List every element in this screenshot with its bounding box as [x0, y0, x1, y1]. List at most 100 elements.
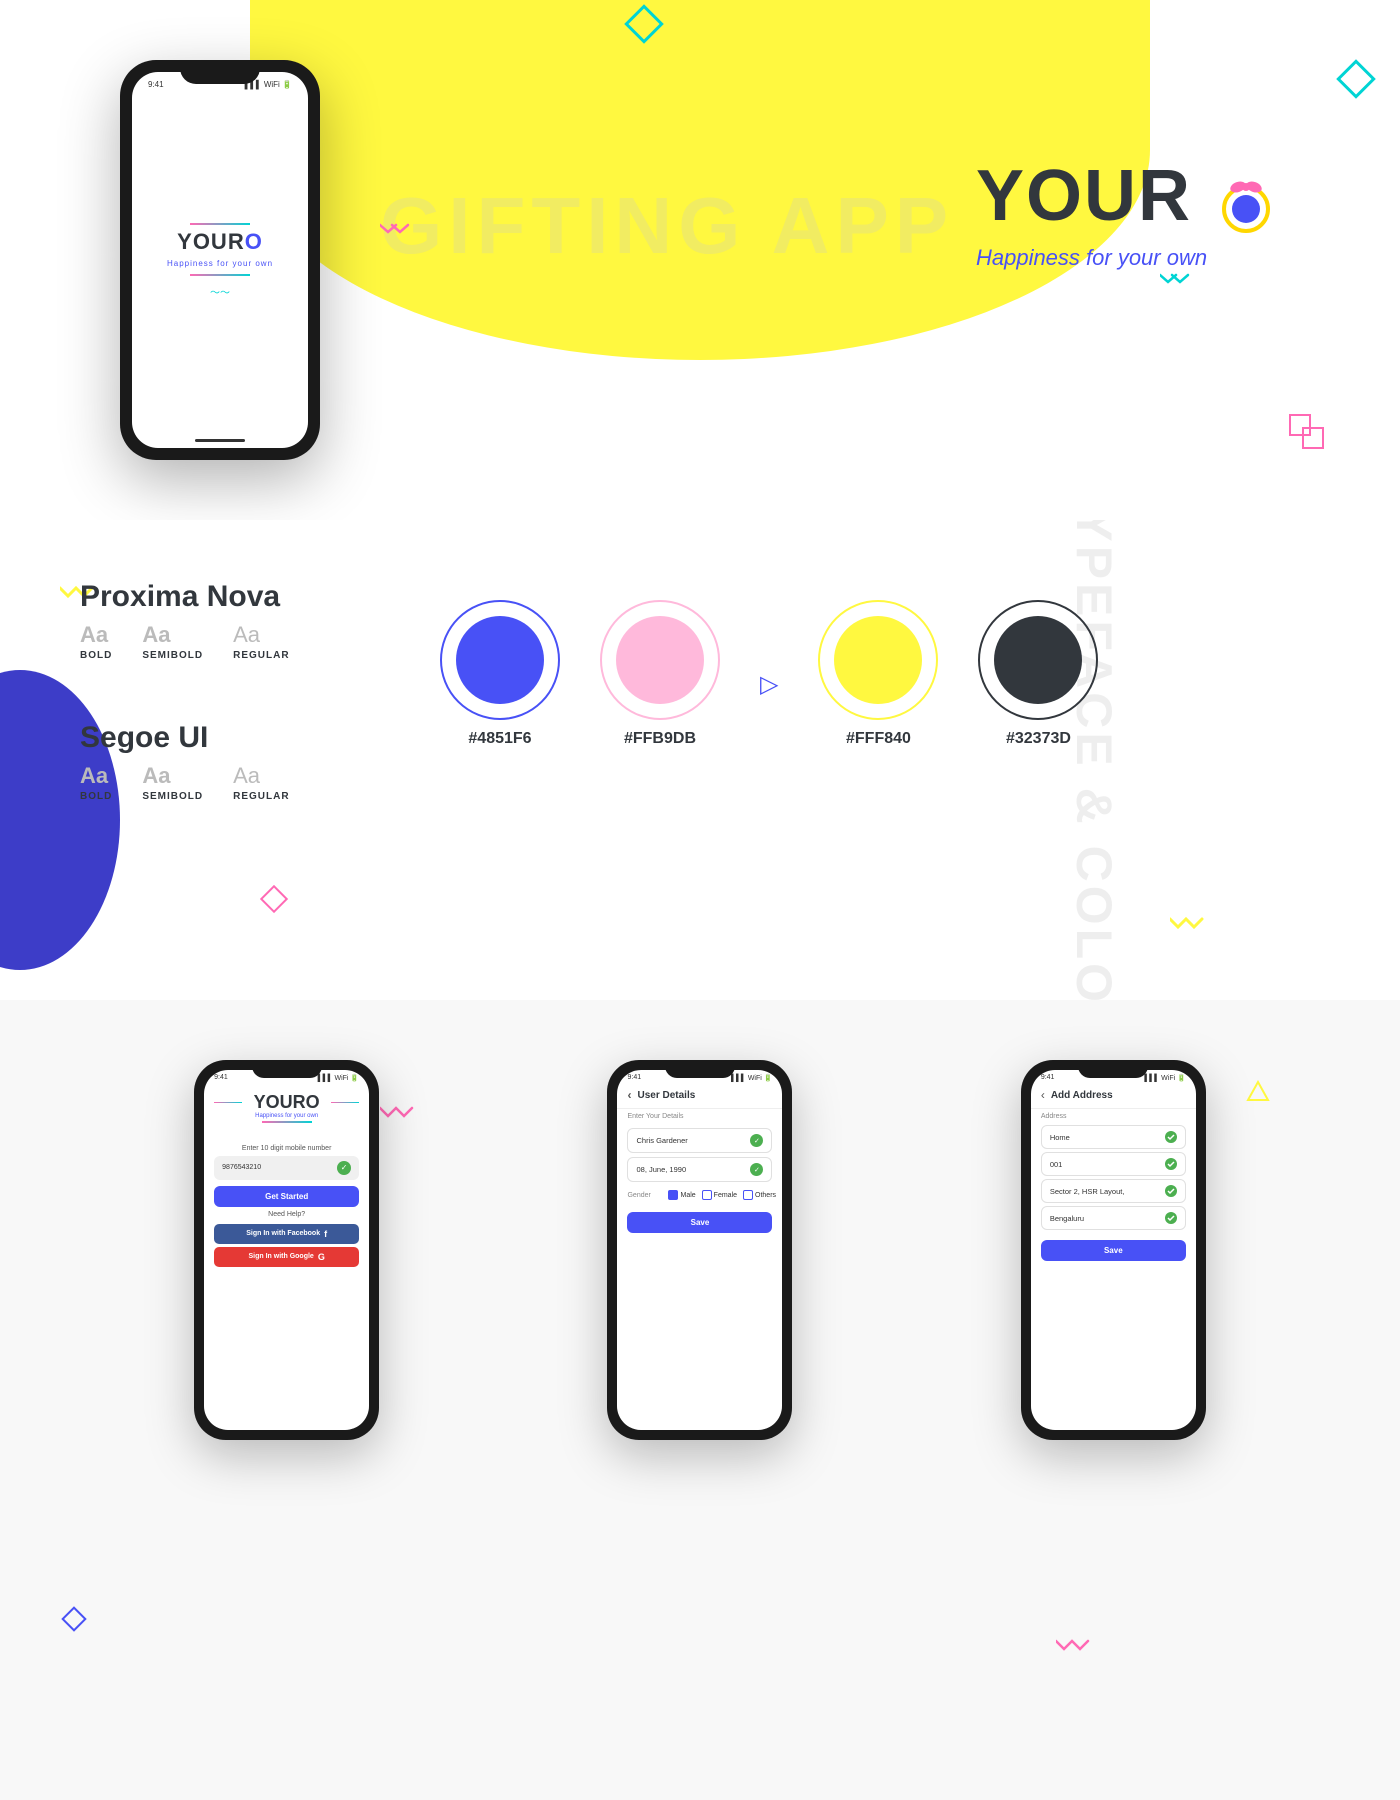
- google-label: Sign In with Google: [248, 1253, 313, 1260]
- ud-female-checkbox[interactable]: Female: [702, 1190, 737, 1200]
- aa-back-icon[interactable]: ‹: [1041, 1088, 1045, 1102]
- swatch-outer-pink: [600, 600, 720, 720]
- hex-dark: #32373D: [1006, 730, 1071, 748]
- login-check-icon: ✓: [337, 1161, 351, 1175]
- pink-wave-bottom-icon: [1056, 1633, 1100, 1660]
- font-weights-proxima: Aa BOLD Aa SEMIBOLD Aa REGULAR: [80, 622, 360, 661]
- brand-info: YOUR Happiness for your own: [976, 160, 1280, 271]
- user-details-phone: 9:41 ▌▌▌ WiFi 🔋 ‹ User Details Enter You…: [607, 1060, 792, 1440]
- aa-save-button[interactable]: Save: [1041, 1240, 1186, 1261]
- login-logo: YOURO Happiness for your own: [204, 1082, 369, 1131]
- add-address-frame: 9:41 ▌▌▌ WiFi 🔋 ‹ Add Address Address Ho…: [1021, 1060, 1206, 1440]
- ud-save-button[interactable]: Save: [627, 1212, 772, 1233]
- home-indicator: [195, 439, 245, 442]
- font-label-regular: REGULAR: [233, 650, 289, 661]
- font-sample-bold: Aa: [80, 622, 108, 648]
- font-sample-regular: Aa: [233, 622, 260, 648]
- login-instruction: Enter 10 digit mobile number: [214, 1145, 359, 1152]
- aa-pin-value: 001: [1050, 1160, 1063, 1169]
- font-semibold-segoe: Aa SEMIBOLD: [142, 763, 203, 802]
- ud-female-box: [702, 1190, 712, 1200]
- font-bold-proxima: Aa BOLD: [80, 622, 112, 661]
- yellow-wave-bottom-icon: [1170, 911, 1220, 940]
- ud-others-box: [743, 1190, 753, 1200]
- ud-back-icon[interactable]: ‹: [627, 1088, 631, 1102]
- add-address-screen: 9:41 ▌▌▌ WiFi 🔋 ‹ Add Address Address Ho…: [1031, 1070, 1196, 1430]
- ud-male-checkbox[interactable]: Male: [668, 1190, 695, 1200]
- aa-header: ‹ Add Address: [1031, 1082, 1196, 1109]
- facebook-signin-button[interactable]: Sign In with Facebook f: [214, 1224, 359, 1244]
- login-phone: 9:41 ▌▌▌ WiFi 🔋 YOURO Happiness for your…: [194, 1060, 379, 1440]
- get-started-button[interactable]: Get Started: [214, 1186, 359, 1207]
- phone-notch: [180, 60, 260, 84]
- ud-name-check: ✓: [750, 1134, 763, 1147]
- google-icon: G: [318, 1252, 325, 1262]
- swatch-inner-dark: [994, 616, 1082, 704]
- color-swatch-blue: #4851F6: [440, 600, 560, 748]
- color-swatch-yellow: #FFF840: [818, 600, 938, 748]
- ud-gender-row: Gender Male Female Others: [617, 1186, 782, 1204]
- aa-address-label: Address: [1031, 1109, 1196, 1122]
- hero-phone: 9:41 ▌▌▌ WiFi 🔋 YOURO Happiness for your…: [120, 60, 320, 460]
- font-regular-proxima: Aa REGULAR: [233, 622, 289, 661]
- ud-others-checkbox[interactable]: Others: [743, 1190, 776, 1200]
- font-label-semibold: SEMIBOLD: [142, 650, 203, 661]
- login-content: Enter 10 digit mobile number 9876543210 …: [204, 1131, 369, 1273]
- login-tagline: Happiness for your own: [204, 1113, 369, 1119]
- phone-logo-text: YOURO: [177, 229, 263, 255]
- font-weights-segoe: Aa BOLD Aa SEMIBOLD Aa REGULAR: [80, 763, 360, 802]
- user-details-frame: 9:41 ▌▌▌ WiFi 🔋 ‹ User Details Enter You…: [607, 1060, 792, 1440]
- aa-street-check: [1165, 1185, 1177, 1197]
- font-label-semibold-segoe: SEMIBOLD: [142, 791, 203, 802]
- font-label-regular-segoe: REGULAR: [233, 791, 289, 802]
- aa-home-value: Home: [1050, 1133, 1070, 1142]
- phone-frame: 9:41 ▌▌▌ WiFi 🔋 YOURO Happiness for your…: [120, 60, 320, 460]
- login-logo-text: YOURO: [254, 1092, 320, 1113]
- pink-diamond-icon: [260, 885, 290, 920]
- facebook-icon: f: [324, 1229, 327, 1239]
- ring-icon: [1212, 165, 1280, 237]
- play-icon: ▷: [760, 670, 778, 699]
- aa-notch: [1078, 1060, 1148, 1078]
- swatch-outer-yellow: [818, 600, 938, 720]
- ud-time: 9:41: [627, 1074, 641, 1082]
- hex-yellow: #FFF840: [846, 730, 911, 748]
- pink-wave-mid-icon: [380, 1100, 424, 1127]
- ud-title: User Details: [637, 1090, 695, 1101]
- gifting-app-watermark: GIFTING APP: [380, 180, 954, 272]
- cyan-chevron-right-icon: [1160, 270, 1200, 295]
- google-signin-button[interactable]: Sign In with Google G: [214, 1247, 359, 1267]
- brand-tagline: Happiness for your own: [976, 245, 1280, 271]
- time-display: 9:41: [148, 80, 164, 89]
- login-grad-line-left: [214, 1102, 242, 1104]
- brand-name-text: YOUR: [976, 160, 1280, 237]
- font-sample-regular-segoe: Aa: [233, 763, 260, 789]
- aa-city-value: Bengaluru: [1050, 1214, 1084, 1223]
- font-sample-bold-segoe: Aa: [80, 763, 108, 789]
- ud-name-input: Chris Gardener ✓: [627, 1128, 772, 1153]
- facebook-label: Sign In with Facebook: [246, 1230, 320, 1237]
- phone-number-value: 9876543210: [222, 1164, 261, 1171]
- ud-others-label: Others: [755, 1192, 776, 1199]
- typeface-section: TYPEFACE & COLOR Proxima Nova Aa BOLD: [0, 520, 1400, 1000]
- login-signal: ▌▌▌ WiFi 🔋: [318, 1074, 359, 1082]
- font-regular-segoe: Aa REGULAR: [233, 763, 289, 802]
- aa-city-check: [1165, 1212, 1177, 1224]
- aa-home-input: Home: [1041, 1125, 1186, 1149]
- hex-blue: #4851F6: [468, 730, 531, 748]
- ud-dob-value: 08, June, 1990: [636, 1165, 686, 1174]
- aa-home-check: [1165, 1131, 1177, 1143]
- pink-square-icon: [1285, 410, 1330, 460]
- gradient-line-bottom: [190, 274, 250, 276]
- font-sample-semibold-segoe: Aa: [142, 763, 170, 789]
- hero-section: GIFTING APP 9:41 ▌▌▌ WiFi 🔋: [0, 0, 1400, 520]
- login-phone-frame: 9:41 ▌▌▌ WiFi 🔋 YOURO Happiness for your…: [194, 1060, 379, 1440]
- font-name-segoe: Segoe UI: [80, 721, 360, 755]
- login-screen: 9:41 ▌▌▌ WiFi 🔋 YOURO Happiness for your…: [204, 1070, 369, 1430]
- phone-logo: YOURO Happiness for your own 〜〜: [167, 221, 273, 299]
- ud-signal: ▌▌▌ WiFi 🔋: [731, 1074, 772, 1082]
- font-bold-segoe: Aa BOLD: [80, 763, 112, 802]
- aa-street-value: Sector 2, HSR Layout,: [1050, 1187, 1125, 1196]
- font-segoe-ui: Segoe UI Aa BOLD Aa SEMIBOLD Aa REGULAR: [80, 721, 360, 802]
- phone-tagline: Happiness for your own: [167, 259, 273, 268]
